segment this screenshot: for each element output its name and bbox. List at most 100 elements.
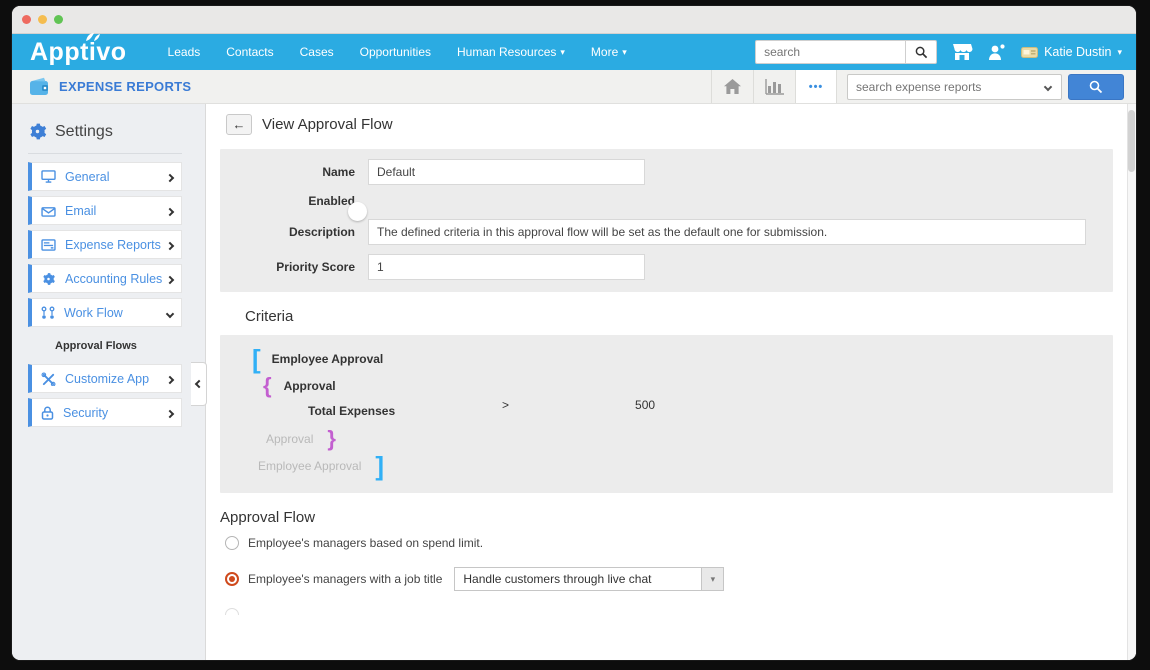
criteria-subgroup-open[interactable]: Approval xyxy=(284,379,336,393)
radio-partial-third-option[interactable] xyxy=(225,608,239,615)
chevron-right-icon xyxy=(167,236,173,254)
logo-text: Apptivo xyxy=(30,38,127,66)
radio-spend-limit[interactable] xyxy=(225,536,239,550)
open-brace: { xyxy=(263,375,272,397)
sidebar-item-accounting-rules[interactable]: Accounting Rules xyxy=(28,264,182,293)
nav-item-human-resources[interactable]: Human Resources▾ xyxy=(457,45,565,59)
sidebar-collapse-handle[interactable] xyxy=(191,362,207,406)
divider xyxy=(28,153,182,154)
sidebar-title: Settings xyxy=(28,122,205,141)
radio-job-title[interactable] xyxy=(225,572,239,586)
minimize-window-button[interactable] xyxy=(38,15,47,24)
enabled-label: Enabled xyxy=(220,194,355,208)
nav-item-more[interactable]: More▾ xyxy=(591,45,627,59)
sidebar-item-customize-app[interactable]: Customize App xyxy=(28,364,182,393)
back-arrow-icon: ← xyxy=(233,117,246,132)
approval-flow-heading: Approval Flow xyxy=(220,509,1113,526)
sidebar-item-expense-reports[interactable]: Expense Reports xyxy=(28,230,182,259)
chevron-down-icon xyxy=(167,304,173,322)
sidebar-item-security[interactable]: Security xyxy=(28,398,182,427)
global-search-input[interactable] xyxy=(755,40,905,64)
nav-item-leads[interactable]: Leads xyxy=(168,45,201,59)
close-brace: } xyxy=(327,428,336,450)
nav-item-opportunities[interactable]: Opportunities xyxy=(360,45,431,59)
sidebar-item-work-flow[interactable]: Work Flow xyxy=(28,298,182,327)
wrench-icon xyxy=(41,372,56,386)
chevron-right-icon xyxy=(167,270,173,288)
app-search xyxy=(847,74,1124,100)
caret-down-icon: ▾ xyxy=(1117,48,1122,57)
settings-sidebar: Settings General Email Expense Reports A… xyxy=(12,104,206,660)
monitor-icon xyxy=(41,170,56,183)
report-card-icon xyxy=(41,239,56,251)
name-input[interactable] xyxy=(368,159,645,185)
search-options-dropdown[interactable] xyxy=(1035,75,1061,99)
store-icon[interactable] xyxy=(951,43,973,61)
criteria-group-close: Employee Approval xyxy=(258,459,361,473)
open-bracket: [ xyxy=(252,346,261,372)
app-search-button[interactable] xyxy=(1068,74,1124,100)
criteria-heading: Criteria xyxy=(245,308,1113,325)
criteria-field[interactable]: Total Expenses xyxy=(308,404,395,418)
app-header: EXPENSE REPORTS ••• xyxy=(12,70,1136,104)
more-options-button[interactable]: ••• xyxy=(795,70,837,103)
criteria-value[interactable]: 500 xyxy=(635,398,655,412)
toggle-knob xyxy=(348,202,367,221)
chevron-left-icon xyxy=(194,380,202,388)
criteria-operator[interactable]: > xyxy=(502,398,509,412)
sidebar-item-email[interactable]: Email xyxy=(28,196,182,225)
nav-item-cases[interactable]: Cases xyxy=(300,45,334,59)
sidebar-item-general[interactable]: General xyxy=(28,162,182,191)
more-dots-icon: ••• xyxy=(809,81,824,93)
criteria-subgroup-close: Approval xyxy=(266,432,313,446)
main-content: ← View Approval Flow Name Enabled Descri… xyxy=(206,104,1136,660)
search-icon xyxy=(915,46,928,59)
home-button[interactable] xyxy=(711,70,753,103)
criteria-panel: [ Employee Approval { Approval Total Exp… xyxy=(220,335,1113,493)
chevron-right-icon xyxy=(167,168,173,186)
global-search xyxy=(755,40,937,64)
job-title-dropdown[interactable]: Handle customers through live chat ▾ xyxy=(454,567,724,591)
criteria-group-open[interactable]: Employee Approval xyxy=(272,352,384,366)
envelope-icon xyxy=(41,205,56,217)
leaf-icon xyxy=(85,32,101,42)
sidebar-subitem-approval-flows[interactable]: Approval Flows xyxy=(55,340,205,352)
priority-score-input[interactable] xyxy=(368,254,645,280)
radio-job-title-label: Employee's managers with a job title xyxy=(248,572,442,586)
app-window: Apptivo Leads Contacts Cases Opportuniti… xyxy=(12,6,1136,660)
back-button[interactable]: ← xyxy=(226,114,252,135)
global-search-button[interactable] xyxy=(905,40,937,64)
scrollbar-thumb[interactable] xyxy=(1128,110,1135,172)
top-navbar: Apptivo Leads Contacts Cases Opportuniti… xyxy=(12,34,1136,70)
caret-down-icon: ▾ xyxy=(622,48,627,57)
page-title: View Approval Flow xyxy=(262,116,393,133)
window-titlebar xyxy=(12,6,1136,34)
approval-flow-form: Name Enabled Description Priority Score xyxy=(220,149,1113,292)
chevron-down-icon xyxy=(1044,82,1052,90)
close-window-button[interactable] xyxy=(22,15,31,24)
reports-button[interactable] xyxy=(753,70,795,103)
caret-down-icon: ▾ xyxy=(560,48,565,57)
lock-icon xyxy=(41,406,54,420)
expense-reports-app-icon xyxy=(28,77,51,97)
job-title-dropdown-value: Handle customers through live chat xyxy=(455,568,701,590)
description-input[interactable] xyxy=(368,219,1086,245)
app-search-input[interactable] xyxy=(848,75,1035,99)
chevron-right-icon xyxy=(167,404,173,422)
radio-spend-limit-label: Employee's managers based on spend limit… xyxy=(248,536,483,550)
user-name: Katie Dustin xyxy=(1044,45,1111,59)
content-scrollbar[interactable] xyxy=(1127,104,1136,660)
search-icon xyxy=(1089,80,1103,94)
name-label: Name xyxy=(220,165,355,179)
badge-icon xyxy=(1021,47,1038,58)
nav-item-contacts[interactable]: Contacts xyxy=(226,45,273,59)
workflow-icon xyxy=(41,306,55,320)
dropdown-caret-icon: ▾ xyxy=(701,568,723,590)
user-menu[interactable]: Katie Dustin ▾ xyxy=(1021,45,1122,59)
user-status-icon[interactable] xyxy=(987,43,1007,62)
gear-icon xyxy=(28,122,47,141)
gear-icon xyxy=(41,272,56,286)
close-bracket: ] xyxy=(375,453,384,479)
apptivo-logo[interactable]: Apptivo xyxy=(30,38,127,67)
maximize-window-button[interactable] xyxy=(54,15,63,24)
